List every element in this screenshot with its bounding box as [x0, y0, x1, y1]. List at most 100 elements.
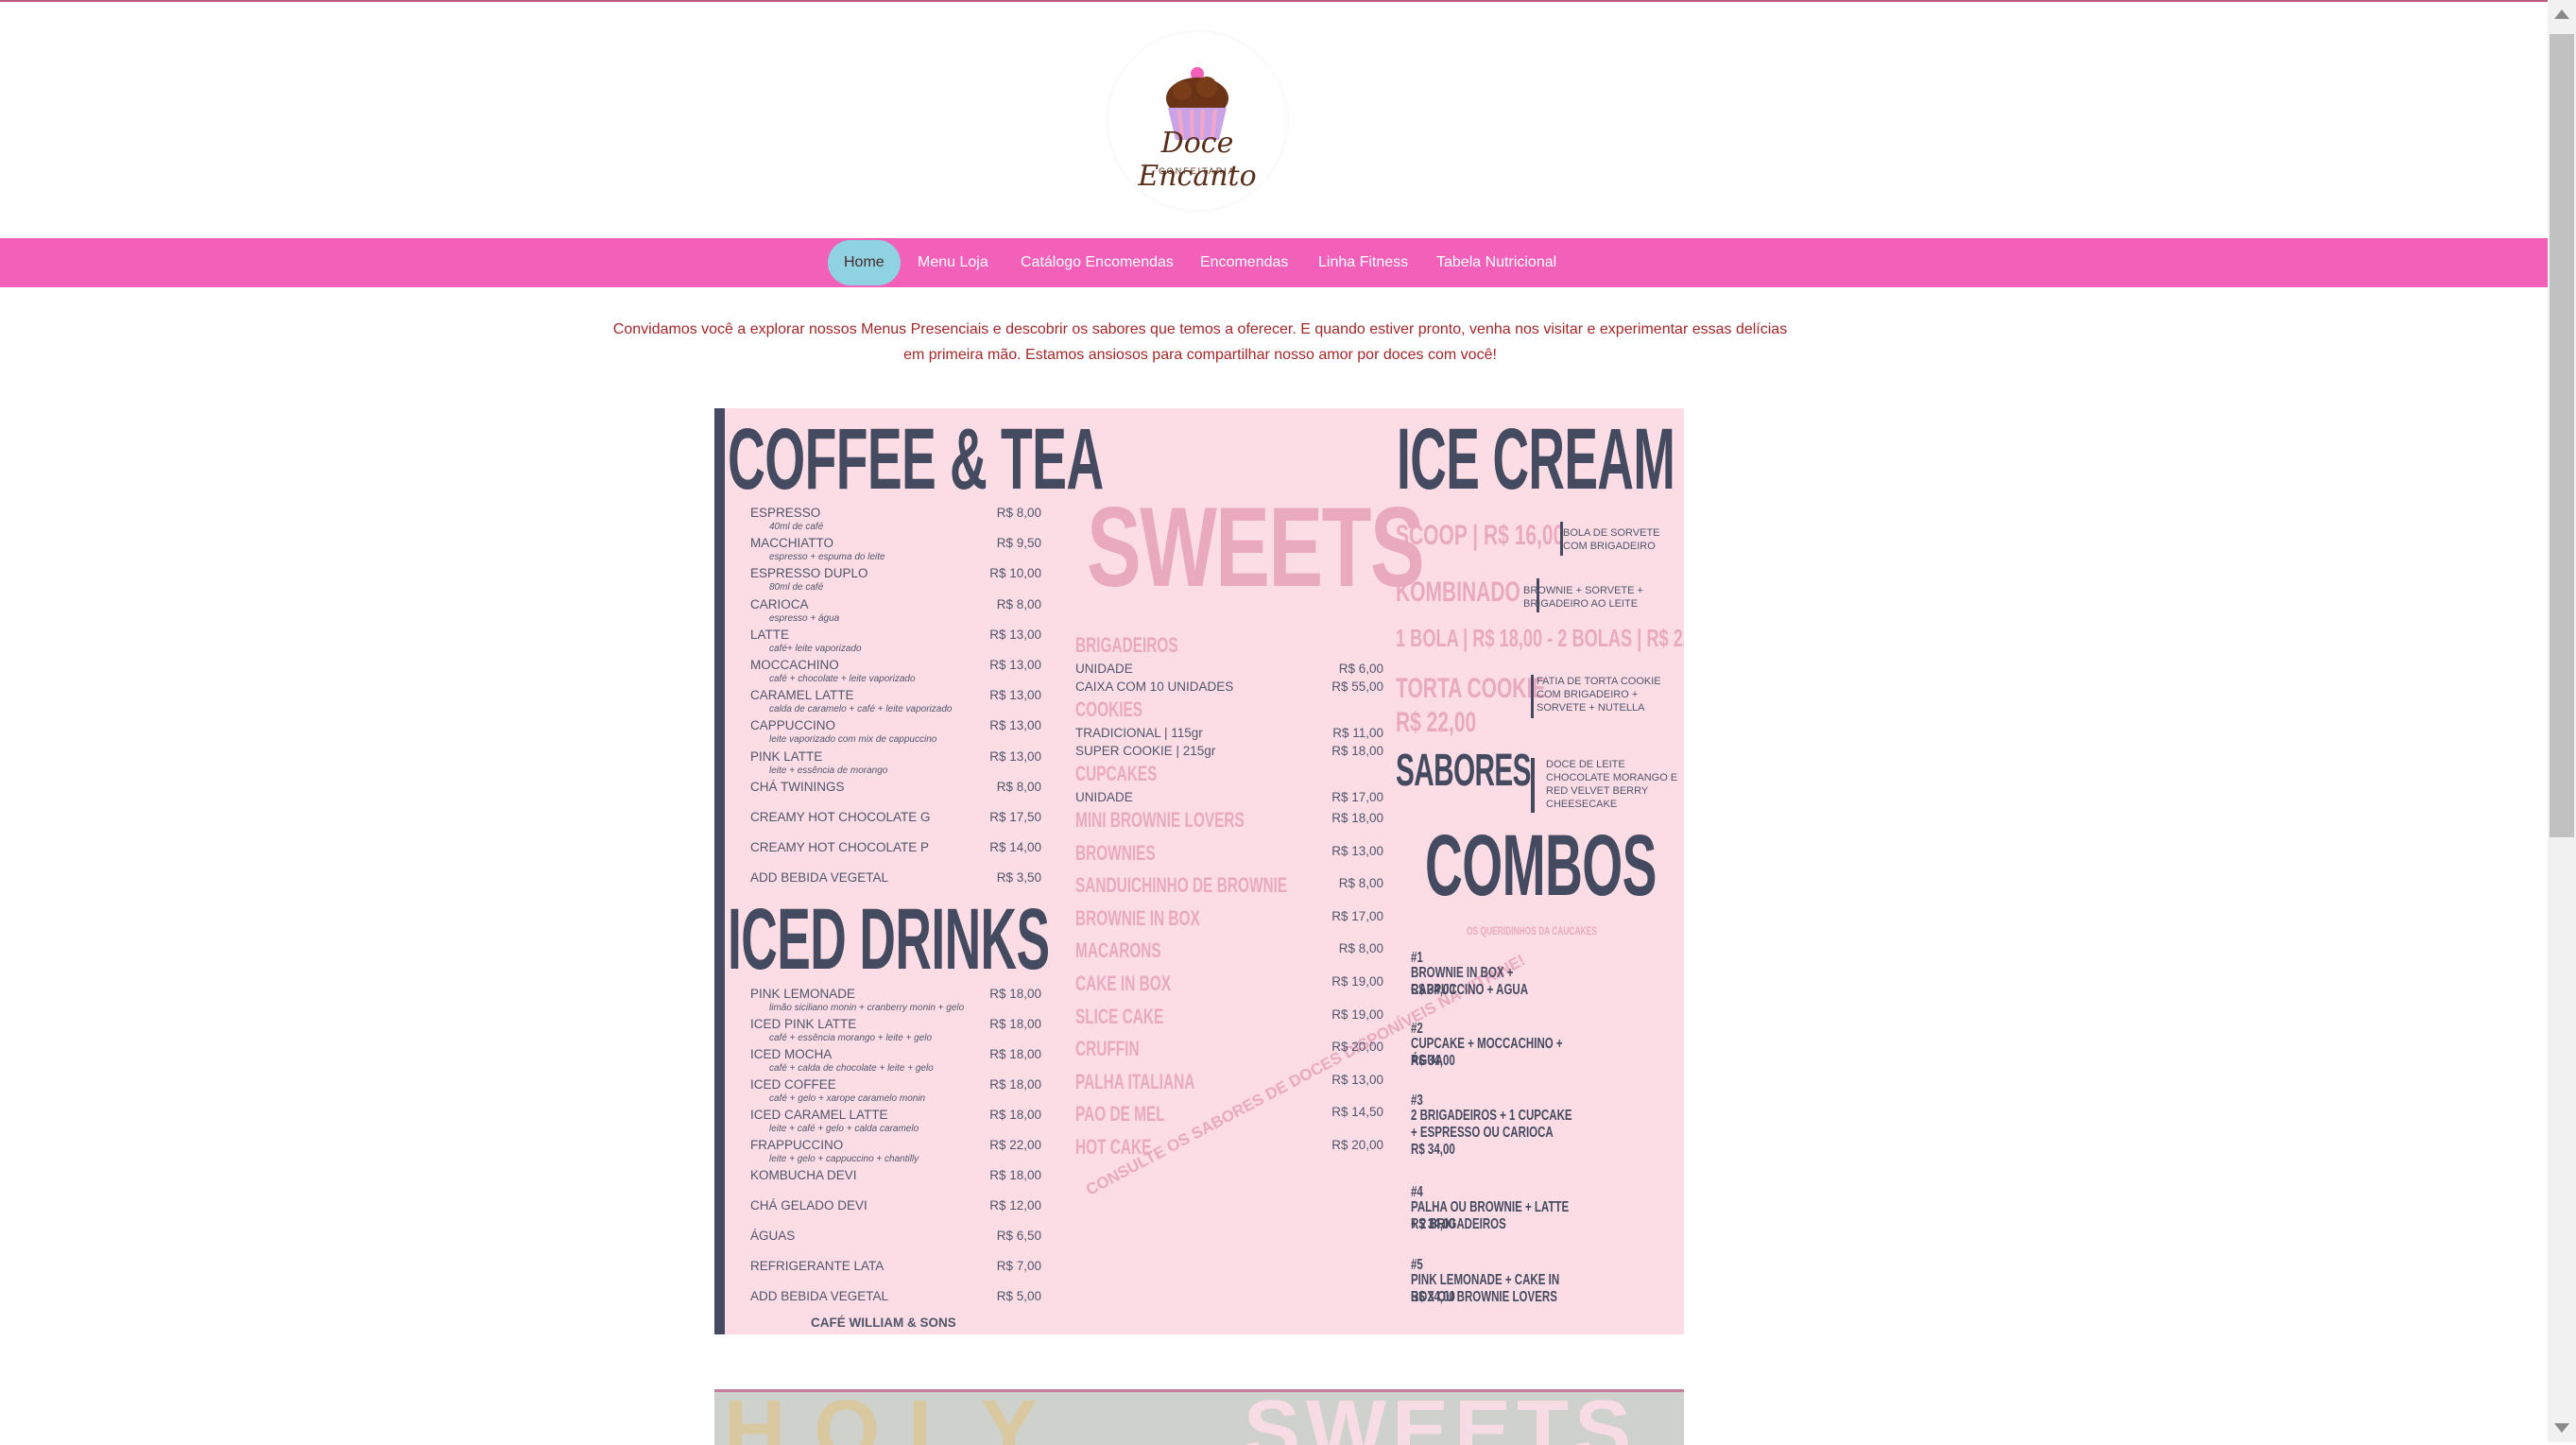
- drink-name: ADD BEBIDA VEGETAL: [750, 870, 889, 886]
- sweets-section: MACARONS: [1075, 938, 1161, 963]
- torta-desc: FATIA DE TORTA COOKIE COM BRIGADEIRO + S…: [1537, 676, 1661, 714]
- drink-price: R$ 18,00: [989, 1077, 1041, 1092]
- drink-price: R$ 13,00: [989, 688, 1041, 703]
- intro-text: Convidamos você a explorar nossos Menus …: [612, 321, 1788, 363]
- drink-name: REFRIGERANTE LATA: [750, 1259, 884, 1273]
- nav-linha-fitness[interactable]: Linha Fitness: [1318, 238, 1408, 287]
- drink-note: leite vaporizado com mix de cappuccino: [769, 734, 937, 746]
- combos-title: COMBOS: [1425, 817, 1657, 914]
- nav-menu-loja[interactable]: Menu Loja: [918, 238, 988, 287]
- drink-name: ICED COFFEE: [750, 1077, 836, 1092]
- drink-price: R$ 3,50: [996, 870, 1041, 886]
- sabores-title: SABORES: [1396, 746, 1531, 796]
- scroll-up-icon[interactable]: [2554, 9, 2569, 19]
- sweets-price: R$ 8,00: [1338, 876, 1383, 891]
- drink-note: calda de caramelo + café + leite vaporiz…: [769, 704, 953, 715]
- sweets-price: R$ 19,00: [1331, 1006, 1383, 1022]
- sweets-price: R$ 13,00: [1331, 843, 1383, 858]
- sweets-section: BROWNIES: [1075, 840, 1156, 865]
- drink-price: R$ 13,00: [989, 748, 1041, 764]
- drink-price: R$ 14,00: [989, 840, 1041, 855]
- main-nav: Home Menu Loja Catálogo Encomendas Encom…: [0, 238, 2548, 287]
- drink-note: limão siciliano monin + cranberry monin …: [769, 1003, 965, 1013]
- sweets-item: TRADICIONAL | 115gr: [1075, 726, 1203, 740]
- drink-name: CHÁ GELADO DEVI: [750, 1198, 867, 1213]
- sabores-divider: [1531, 758, 1535, 813]
- scroll-down-icon[interactable]: [2554, 1423, 2569, 1433]
- page-scrollbar[interactable]: [2548, 0, 2576, 1442]
- sweets-section: CUPCAKES: [1075, 762, 1158, 785]
- combo-price: R$ 34,00: [1411, 1142, 1455, 1158]
- sweets-price: R$ 17,00: [1331, 790, 1383, 804]
- sweets-item: CAIXA COM 10 UNIDADES: [1075, 679, 1234, 694]
- drink-price: R$ 18,00: [989, 987, 1041, 1001]
- drink-name: ICED CARAMEL LATTE: [750, 1108, 888, 1122]
- drink-price: R$ 6,50: [996, 1229, 1041, 1243]
- drink-note: café + calda de chocolate + leite + gelo: [769, 1063, 934, 1074]
- combos-subtitle: OS QUERIDINHOS DA CAUCAKES: [1467, 924, 1597, 938]
- drink-name: ESPRESSO DUPLO: [750, 566, 868, 581]
- drink-name: KOMBUCHA DEVI: [750, 1168, 857, 1182]
- drink-price: R$ 13,00: [989, 627, 1041, 642]
- kombinado-label: KOMBINADO: [1396, 576, 1520, 608]
- top-border: [0, 0, 2548, 2]
- nav-tabela-nutricional[interactable]: Tabela Nutricional: [1436, 238, 1556, 287]
- drink-price: R$ 18,00: [989, 1168, 1041, 1182]
- drink-note: espresso + espuma do leite: [769, 552, 885, 563]
- sweets-price: R$ 19,00: [1331, 974, 1383, 989]
- kombinado-desc: BROWNIE + SORVETE + BRIGADEIRO AO LEITE: [1523, 585, 1643, 610]
- sweets-section: CRUFFIN: [1075, 1037, 1140, 1061]
- torta-price: R$ 22,00: [1396, 707, 1477, 738]
- combo-price: R$ 34,00: [1411, 1289, 1455, 1305]
- nav-home[interactable]: Home: [828, 240, 901, 285]
- sweets-item: SUPER COOKIE | 215gr: [1075, 744, 1216, 758]
- sabores-desc: DOCE DE LEITE CHOCOLATE MORANGO E RED VE…: [1546, 759, 1678, 810]
- drink-price: R$ 17,50: [989, 810, 1041, 824]
- sweets-price: R$ 14,50: [1331, 1105, 1383, 1120]
- sweets-price: R$ 17,00: [1331, 908, 1383, 923]
- logo[interactable]: Doce Encanto CONFEITARIA: [1108, 32, 1286, 210]
- drink-name: PINK LATTE: [750, 748, 823, 764]
- drink-name: MACCHIATTO: [750, 536, 834, 551]
- second-menu-right-text: SWEETS: [1244, 1389, 1638, 1445]
- menu-side-bar: [714, 408, 725, 1334]
- scroll-thumb[interactable]: [2550, 34, 2574, 837]
- menu-image: COFFEE & TEA ICED DRINKS CAFÉ WILLIAM & …: [714, 408, 1684, 1334]
- sweets-price: R$ 8,00: [1338, 941, 1383, 956]
- sweets-section: PALHA ITALIANA: [1075, 1069, 1195, 1093]
- sweets-section: SANDUICHINHO DE BROWNIE: [1075, 873, 1288, 898]
- second-menu-preview: HOLY SWEETS: [714, 1389, 1684, 1445]
- drink-note: café + gelo + xarope caramelo monin: [769, 1093, 926, 1104]
- drink-note: café + chocolate + leite vaporizado: [769, 674, 916, 684]
- sweets-price: R$ 55,00: [1331, 679, 1383, 694]
- drink-name: ÁGUAS: [750, 1229, 796, 1243]
- sweets-price: R$ 20,00: [1331, 1040, 1383, 1055]
- combo-price: R$ 34,00: [1411, 1216, 1455, 1232]
- drink-name: CARAMEL LATTE: [750, 688, 854, 703]
- sweets-section: SLICE CAKE: [1075, 1004, 1164, 1028]
- torta-divider: [1531, 675, 1534, 718]
- nav-catalogo-encomendas[interactable]: Catálogo Encomendas: [1021, 238, 1174, 287]
- combo-desc: 2 BRIGADEIROS + 1 CUPCAKE + ESPRESSO OU …: [1411, 1108, 1572, 1141]
- drink-name: ESPRESSO: [750, 506, 821, 520]
- bolas-prices: 1 BOLA | R$ 18,00 - 2 BOLAS | R$ 22,00: [1396, 624, 1684, 652]
- drink-price: R$ 10,00: [989, 566, 1041, 581]
- drink-name: MOCCACHINO: [750, 658, 839, 672]
- logo-title: Doce Encanto: [1138, 127, 1257, 193]
- torta-title: TORTA COOKIE: [1396, 673, 1546, 704]
- nav-encomendas[interactable]: Encomendas: [1200, 238, 1288, 287]
- second-menu-left-text: HOLY: [724, 1389, 1066, 1445]
- sweets-section: COOKIES: [1075, 697, 1143, 721]
- drink-price: R$ 8,00: [996, 779, 1041, 794]
- logo-subtitle: CONFEITARIA: [1159, 166, 1236, 176]
- drink-price: R$ 13,00: [989, 658, 1041, 672]
- drink-name: CHÁ TWININGS: [750, 779, 845, 794]
- drink-name: CAPPUCCINO: [750, 718, 836, 733]
- drink-note: leite + gelo + cappuccino + chantilly: [769, 1154, 919, 1164]
- scoop-desc: BOLA DE SORVETE COM BRIGADEIRO: [1563, 527, 1660, 552]
- sweets-item: UNIDADE: [1075, 790, 1133, 804]
- drink-note: 40ml de café: [769, 522, 824, 532]
- drink-name: ADD BEBIDA VEGETAL: [750, 1289, 889, 1303]
- sweets-price: R$ 18,00: [1331, 744, 1383, 758]
- sweets-section: MINI BROWNIE LOVERS: [1075, 808, 1245, 832]
